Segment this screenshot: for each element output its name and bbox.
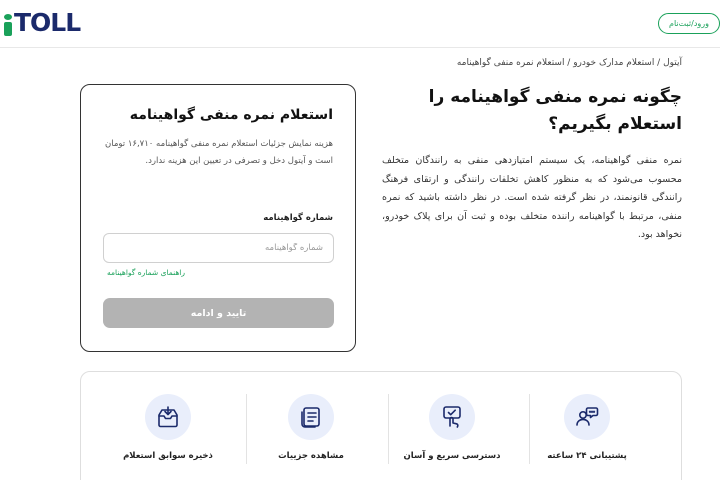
- feature-support: پشتیبانی ۲۴ ساعته: [517, 394, 657, 461]
- touch-tap-icon: [429, 394, 475, 440]
- info-title: چگونه نمره منفی گواهینامه را استعلام بگی…: [428, 87, 682, 134]
- features-panel: پشتیبانی ۲۴ ساعته دسترسی سریع و آسان مشا…: [80, 371, 682, 480]
- fee-description: هزینه نمایش جزئیات استعلام نمره منفی گوا…: [104, 139, 333, 166]
- logo-mark-icon: [4, 14, 12, 36]
- feature-fast-access: دسترسی سریع و آسان: [382, 394, 522, 461]
- itoll-logo[interactable]: TOLL: [4, 8, 81, 37]
- breadcrumb[interactable]: آیتول / استعلام مدارک خودرو / استعلام نم…: [457, 58, 682, 68]
- license-number-label: شماره گواهینامه: [263, 213, 333, 223]
- license-number-guide-link[interactable]: راهنمای شماره گواهینامه: [107, 268, 185, 277]
- feature-save-history-label: ذخیره سوابق استعلام: [123, 451, 213, 461]
- feature-fast-access-label: دسترسی سریع و آسان: [403, 451, 501, 461]
- feature-details-label: مشاهده جزییات: [278, 451, 344, 461]
- details-list-icon: [288, 394, 334, 440]
- feature-save-history: ذخیره سوابق استعلام: [98, 394, 238, 461]
- logo-text: TOLL: [14, 8, 81, 37]
- feature-divider: [529, 394, 530, 464]
- inquiry-form-card: استعلام نمره منفی گواهینامه هزینه نمایش …: [80, 84, 356, 352]
- info-description: نمره منفی گواهینامه، یک سیستم امتیازدهی …: [382, 155, 682, 240]
- feature-divider: [388, 394, 389, 464]
- form-title: استعلام نمره منفی گواهینامه: [129, 107, 333, 123]
- confirm-continue-button[interactable]: تایید و ادامه: [103, 298, 334, 328]
- feature-details: مشاهده جزییات: [241, 394, 381, 461]
- feature-support-label: پشتیبانی ۲۴ ساعته: [547, 451, 627, 461]
- login-register-button[interactable]: ورود/ثبت‌نام: [658, 13, 720, 34]
- feature-divider: [246, 394, 247, 464]
- license-number-input[interactable]: [103, 233, 334, 263]
- support-chat-icon: [564, 394, 610, 440]
- save-inbox-icon: [145, 394, 191, 440]
- top-bar: TOLL ورود/ثبت‌نام: [0, 0, 720, 48]
